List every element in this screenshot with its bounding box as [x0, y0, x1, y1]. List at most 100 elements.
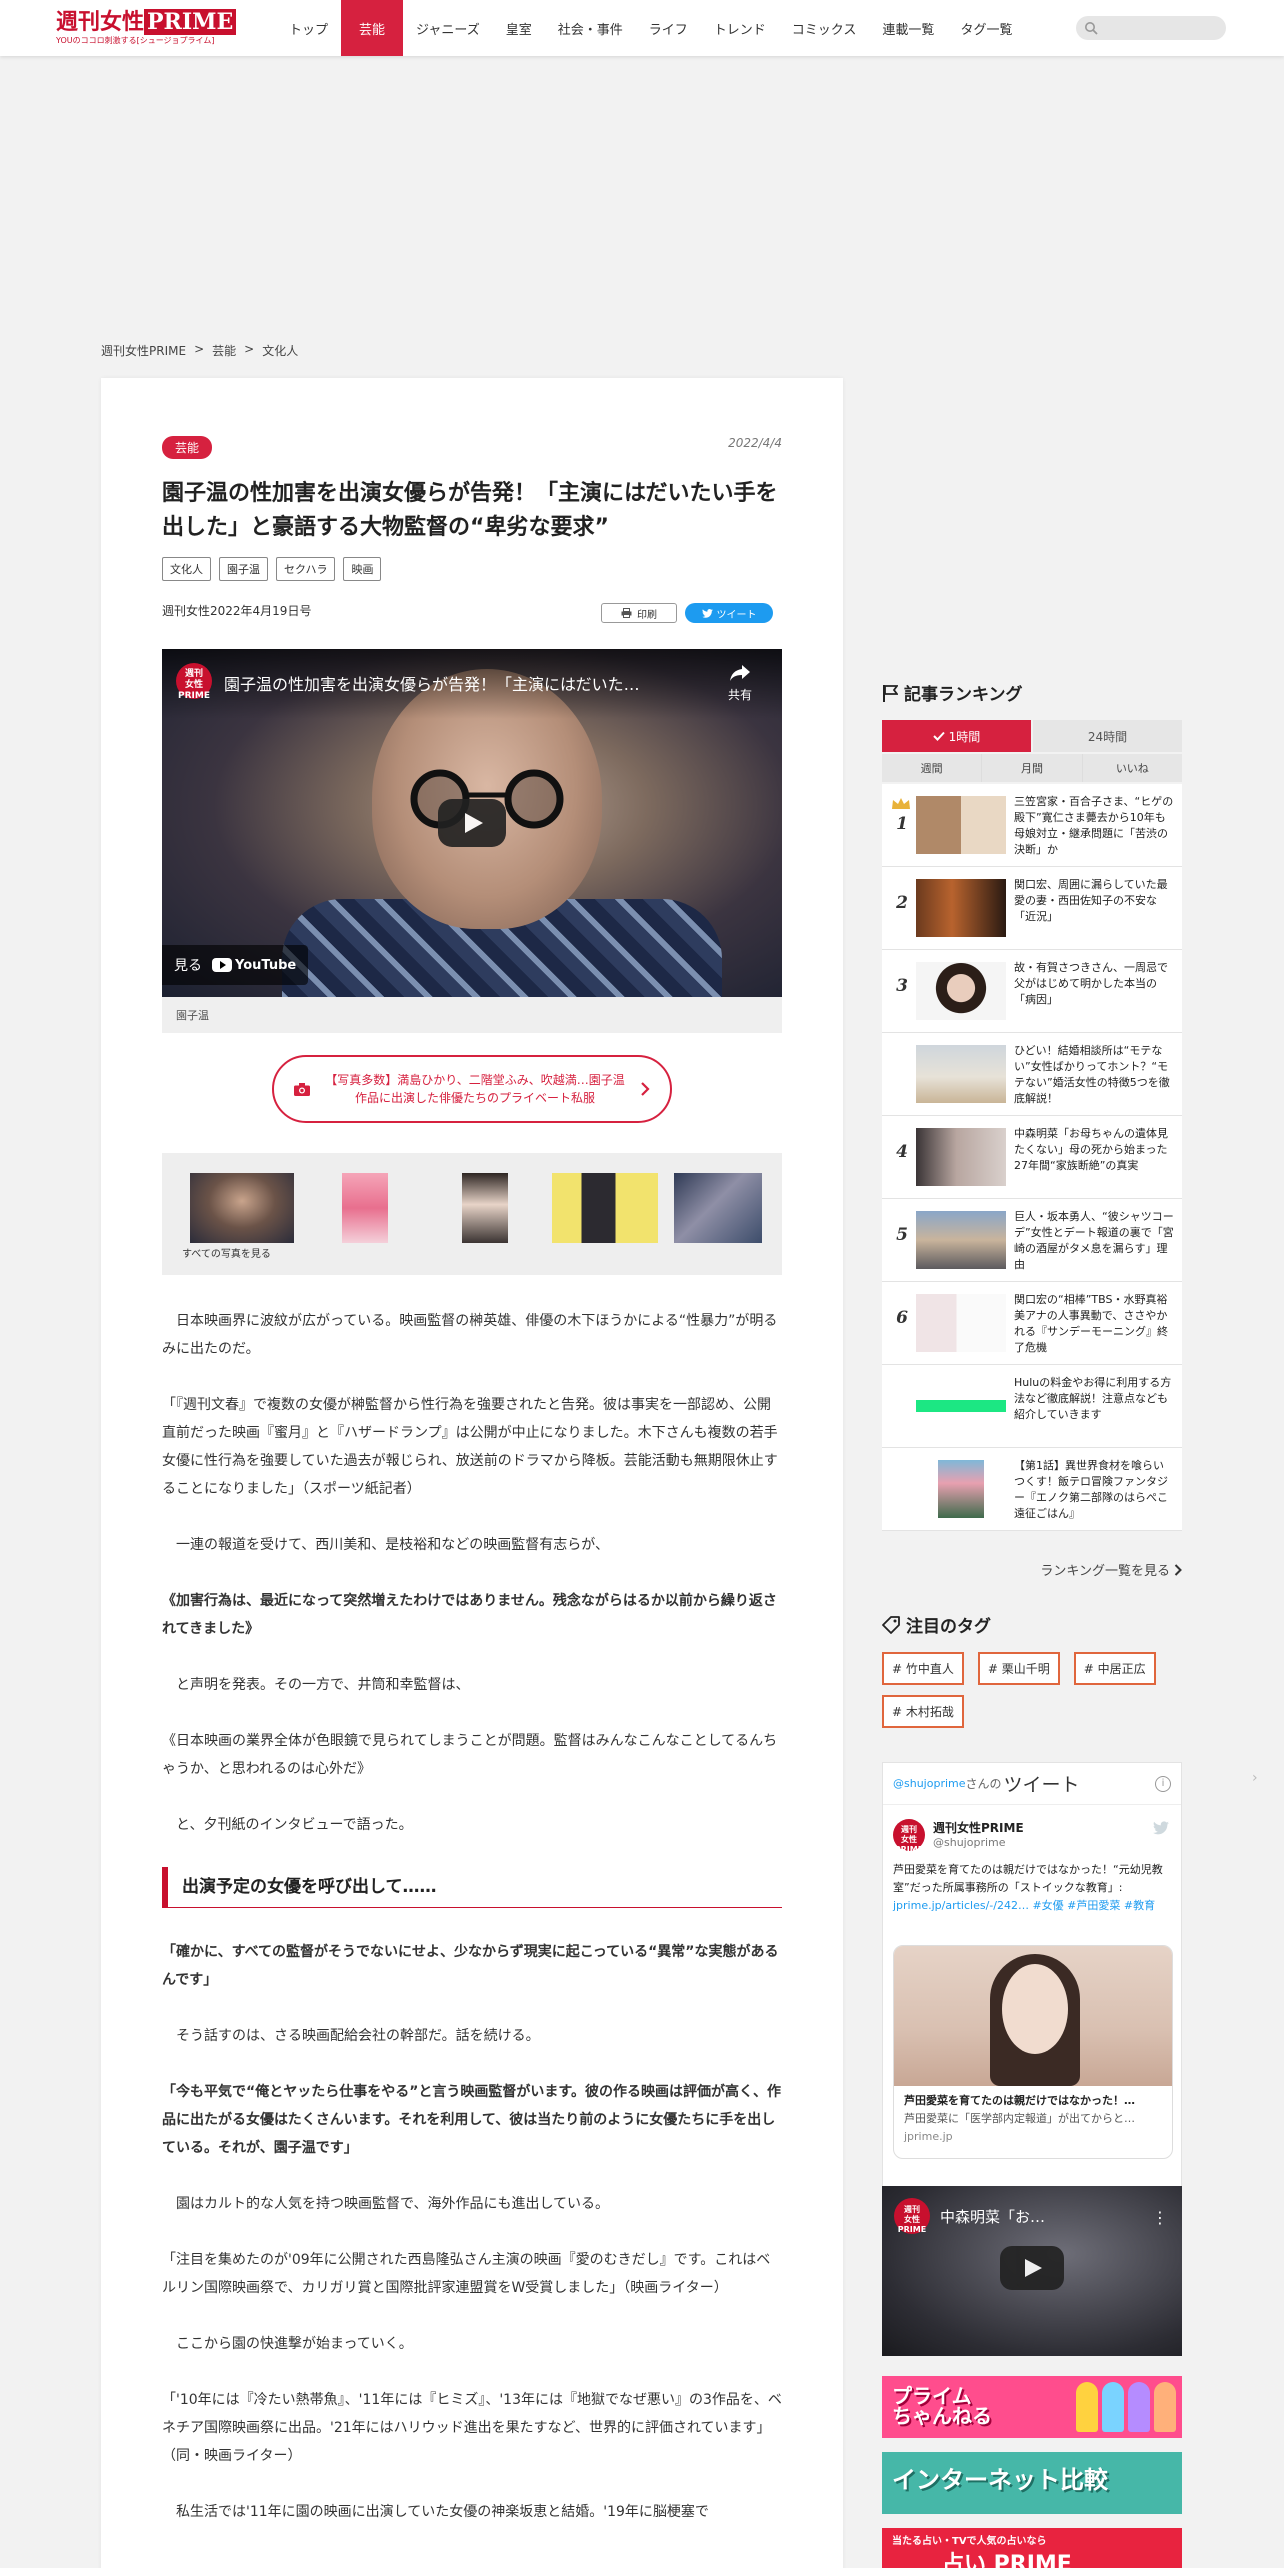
paragraph: 「『週刊文春』で複数の女優が榊監督から性行為を強要されたと告発。彼は事実を一部認… — [162, 1397, 778, 1497]
photo-gallery-button[interactable]: 【写真多数】満島ひかり、二階堂ふみ、吹越満…園子温作品に出演した俳優たちのプライ… — [272, 1055, 672, 1123]
ranking-tabs: 1時間 24時間 — [882, 720, 1182, 752]
ranking-item[interactable]: Huluの料金やお得に利用する方法など徹底解説！注意点なども紹介していきます — [882, 1365, 1182, 1448]
nav-society[interactable]: 社会・事件 — [545, 0, 636, 56]
photo-thumbnail[interactable] — [342, 1173, 388, 1243]
info-icon[interactable]: i — [1155, 1776, 1171, 1792]
watch-on-youtube[interactable]: 見る YouTube — [162, 945, 309, 985]
photo-thumbnail[interactable] — [674, 1173, 762, 1243]
tag-icon — [882, 1615, 900, 1634]
paragraph: 園はカルト的な人気を持つ映画監督で、海外作品にも進出している。 — [176, 2196, 610, 2212]
tweet-link-card[interactable]: 芦田愛菜を育てたのは親だけではなかった！… 芦田愛菜に「医学部内定報道」が出てか… — [893, 1945, 1173, 2159]
card-domain: jprime.jp — [904, 2130, 953, 2143]
search-box[interactable] — [1076, 16, 1226, 40]
nav-tags[interactable]: タグ一覧 — [947, 0, 1025, 56]
share-label: 共有 — [727, 688, 752, 702]
breadcrumb-subcategory[interactable]: 文化人 — [262, 342, 298, 359]
paragraph: 一連の報道を受けて、西川美和、是枝裕和などの映画監督有志らが、 — [176, 1537, 610, 1553]
nav-imperial[interactable]: 皇室 — [493, 0, 545, 56]
tweet-link[interactable]: jprime.jp/articles/-/242… — [893, 1899, 1029, 1912]
fortune-banner[interactable]: 当たる占い・TVで人気の占いなら 占い PRIME — [882, 2528, 1182, 2568]
paragraph: 「注目を集めたのが'09年に公開された西島隆弘さん主演の映画『愛のむきだし』です… — [162, 2252, 771, 2296]
ranking-title: 三笠宮家・百合子さま、“ヒゲの殿下”寛仁さま薨去から10年も母娘対立・継承問題に… — [1014, 795, 1174, 856]
nav-trend[interactable]: トレンド — [701, 0, 779, 56]
tweet-button[interactable]: ツイート — [685, 603, 773, 623]
play-button[interactable] — [438, 799, 506, 847]
breadcrumb: 週刊女性PRIME > 芸能 > 文化人 — [101, 342, 298, 359]
photo-thumbnail[interactable] — [552, 1173, 658, 1243]
banner-title: 占い PRIME — [942, 2552, 1072, 2568]
featured-tag[interactable]: # 木村拓哉 — [882, 1695, 964, 1728]
sidebar-youtube-embed[interactable]: 週刊 女性 PRIME 中森明菜「お… ⋮ — [882, 2186, 1182, 2356]
breadcrumb-category[interactable]: 芸能 — [212, 342, 236, 359]
card-title: 芦田愛菜を育てたのは親だけではなかった！… — [904, 2094, 1135, 2107]
ranking-item[interactable]: ひどい！結婚相談所は“モテない”女性ばかりってホント？“モテない”婚活女性の特徴… — [882, 1033, 1182, 1116]
nav-life[interactable]: ライフ — [636, 0, 701, 56]
nav-johnnys[interactable]: ジャニーズ — [403, 0, 493, 56]
ranking-title: 故・有賀さつきさん、一周忌で父がはじめて明かした本当の「病因」 — [1014, 961, 1168, 1006]
featured-tag[interactable]: # 中居正広 — [1073, 1652, 1156, 1685]
video-title[interactable]: 園子温の性加害を出演女優らが告発！「主演にはだいた… — [224, 671, 694, 695]
ranking-number: 3 — [896, 976, 908, 996]
share-button[interactable]: 共有 — [720, 663, 760, 703]
article-body: 日本映画界に波紋が広がっている。映画監督の榊英雄、俳優の木下ほうかによる“性暴力… — [162, 1307, 782, 2526]
card-image — [894, 1946, 1172, 2086]
tweet-label: ツイート — [716, 609, 757, 621]
article-tag[interactable]: 文化人 — [162, 557, 211, 581]
ranking-item[interactable]: 6 関口宏の“相棒”TBS・水野真裕美アナの人事異動で、ささやかれる『サンデーモ… — [882, 1282, 1182, 1365]
more-vert-icon[interactable]: ⋮ — [1152, 2208, 1168, 2227]
youtube-embed[interactable]: 週刊 女性 PRIME 園子温の性加害を出演女優らが告発！「主演にはだいた… 共有 … — [162, 649, 782, 997]
ranking-title: 【第1話】異世界食材を喰らいつくす！飯テロ冒険ファンタジー『エノク第二部隊のはら… — [1014, 1459, 1168, 1520]
nav-top[interactable]: トップ — [276, 0, 341, 56]
tweet-hashtags[interactable]: #女優 #芦田愛菜 #教育 — [1032, 1899, 1155, 1912]
all-photos-link[interactable]: すべての写真を見る — [182, 1245, 271, 1260]
play-button[interactable] — [1000, 2246, 1064, 2290]
paragraph: 「今も平気で“俺とヤッたら仕事をやる”と言う映画監督がいます。彼の作る映画は評価… — [162, 2084, 781, 2156]
tab-likes[interactable]: いいね — [1082, 754, 1182, 782]
youtube-logo: YouTube — [212, 958, 296, 973]
channel-avatar[interactable]: 週刊 女性 PRIME — [894, 2198, 930, 2234]
category-badge[interactable]: 芸能 — [162, 436, 213, 459]
print-button[interactable]: 印刷 — [601, 603, 677, 623]
breadcrumb-separator: > — [194, 342, 205, 356]
ranking-item[interactable]: 2 関口宏、周囲に漏らしていた最愛の妻・西田佐知子の不安な「近況」 — [882, 867, 1182, 950]
ranking-item[interactable]: 1 三笠宮家・百合子さま、“ヒゲの殿下”寛仁さま薨去から10年も母娘対立・継承問… — [882, 784, 1182, 867]
ranking-thumbnail — [938, 1460, 984, 1518]
chevron-right-icon — [1174, 1563, 1182, 1576]
ranking-item[interactable]: 5 巨人・坂本勇人、“彼シャツコーデ”女性とデート報道の裏で「宮崎の酒屋がタメ息… — [882, 1199, 1182, 1282]
channel-avatar[interactable]: 週刊 女性 PRIME — [176, 663, 212, 701]
tab-1hour[interactable]: 1時間 — [882, 720, 1031, 752]
logo-text-right: PRIME — [144, 9, 237, 35]
tweet-author[interactable]: 週刊 女性 PRIME 週刊女性PRIME @shujoprime — [893, 1819, 1024, 1854]
chevron-right-icon[interactable]: › — [1252, 1770, 1258, 1786]
nav-entertainment[interactable]: 芸能 — [341, 0, 404, 56]
site-header: 週刊女性 PRIME YOUのココロ刺激する[シュージョプライム] トップ 芸能 … — [0, 0, 1284, 56]
article-tag[interactable]: 園子温 — [219, 557, 268, 581]
article-title: 園子温の性加害を出演女優らが告発！「主演にはだいたい手を出した」と豪語する大物監… — [162, 481, 778, 540]
ranking-thumbnail — [916, 879, 1006, 937]
featured-tag[interactable]: # 栗山千明 — [977, 1652, 1060, 1685]
photo-thumbnail[interactable] — [190, 1173, 294, 1243]
tab-24hour[interactable]: 24時間 — [1033, 720, 1182, 752]
tab-monthly[interactable]: 月間 — [982, 754, 1082, 782]
ranking-item[interactable]: 【第1話】異世界食材を喰らいつくす！飯テロ冒険ファンタジー『エノク第二部隊のはら… — [882, 1448, 1182, 1531]
nav-comics[interactable]: コミックス — [779, 0, 870, 56]
search-input[interactable] — [1102, 18, 1220, 38]
search-icon — [1085, 22, 1098, 35]
internet-comparison-banner[interactable]: インターネット比較 — [882, 2452, 1182, 2514]
ranking-more-link[interactable]: ランキング一覧を見る — [1040, 1560, 1182, 1579]
photo-thumbnail[interactable] — [462, 1173, 508, 1243]
ranking-thumbnail — [916, 796, 1006, 854]
featured-tag[interactable]: # 竹中直人 — [882, 1652, 964, 1685]
sidebar-video-title[interactable]: 中森明菜「お… — [940, 2206, 1045, 2227]
video-caption: 園子温 — [162, 997, 782, 1033]
nav-series[interactable]: 連載一覧 — [869, 0, 947, 56]
ranking-item[interactable]: 3 故・有賀さつきさん、一周忌で父がはじめて明かした本当の「病因」 — [882, 950, 1182, 1033]
article-tag[interactable]: セクハラ — [276, 557, 336, 581]
site-logo[interactable]: 週刊女性 PRIME YOUのココロ刺激する[シュージョプライム] — [56, 9, 237, 46]
breadcrumb-home[interactable]: 週刊女性PRIME — [101, 342, 186, 359]
article-tag[interactable]: 映画 — [343, 557, 382, 581]
twitter-handle-link[interactable]: @shujoprime — [893, 1777, 966, 1790]
prime-channel-banner[interactable]: プライム ちゃんねる — [882, 2376, 1182, 2438]
tab-weekly[interactable]: 週間 — [882, 754, 982, 782]
ranking-item[interactable]: 4 中森明菜「お母ちゃんの遺体見たくない」母の死から始まった27年間“家族断絶”… — [882, 1116, 1182, 1199]
